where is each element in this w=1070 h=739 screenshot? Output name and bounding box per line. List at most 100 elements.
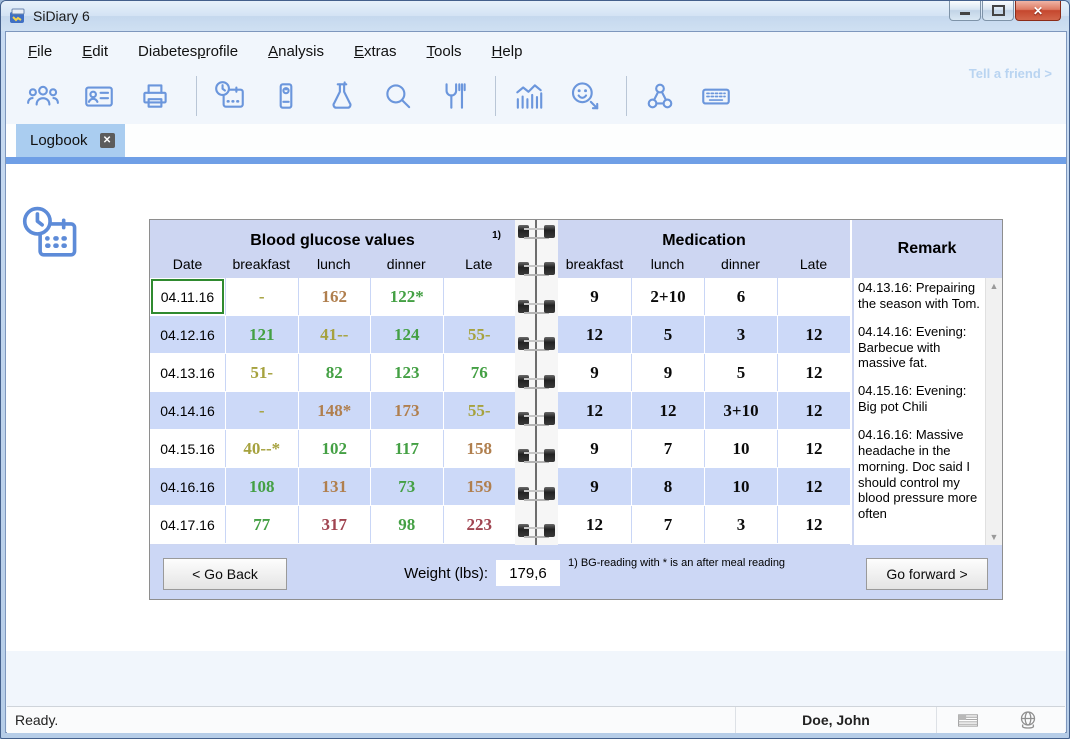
med-value-cell[interactable]: 12 bbox=[558, 316, 631, 353]
bg-value-cell[interactable]: 158 bbox=[443, 430, 516, 467]
med-value-cell[interactable]: 12 bbox=[777, 430, 850, 467]
bg-value-cell[interactable]: 82 bbox=[298, 354, 371, 391]
bg-value-cell[interactable]: - bbox=[225, 392, 298, 429]
bg-value-cell[interactable]: 159 bbox=[443, 468, 516, 505]
bg-value-cell[interactable]: 117 bbox=[370, 430, 443, 467]
go-forward-button[interactable]: Go forward > bbox=[866, 558, 988, 590]
maximize-button[interactable] bbox=[982, 1, 1014, 21]
med-value-cell[interactable]: 3+10 bbox=[704, 392, 777, 429]
bg-value-cell[interactable]: 102 bbox=[298, 430, 371, 467]
bg-value-cell[interactable]: 317 bbox=[298, 506, 371, 543]
tab-close-icon[interactable]: ✕ bbox=[100, 133, 115, 148]
med-value-cell[interactable]: 12 bbox=[631, 392, 704, 429]
remark-body[interactable]: 04.13.16: Prepairing the season with Tom… bbox=[854, 278, 1002, 545]
share-icon[interactable] bbox=[643, 79, 677, 113]
menu-edit[interactable]: Edit bbox=[82, 43, 108, 60]
med-value-cell[interactable]: 7 bbox=[631, 430, 704, 467]
med-value-cell[interactable]: 12 bbox=[777, 354, 850, 391]
menu-diabetesprofile[interactable]: Diabetesprofile bbox=[138, 43, 238, 60]
med-value-cell[interactable]: 10 bbox=[704, 468, 777, 505]
bg-value-cell[interactable]: 55- bbox=[443, 392, 516, 429]
go-back-button[interactable]: < Go Back bbox=[163, 558, 287, 590]
close-window-button[interactable]: ✕ bbox=[1015, 1, 1061, 21]
med-value-cell[interactable]: 2+10 bbox=[631, 278, 704, 315]
remark-scrollbar[interactable]: ▲ ▼ bbox=[985, 278, 1002, 545]
bg-value-cell[interactable]: 131 bbox=[298, 468, 371, 505]
bg-value-cell[interactable]: 121 bbox=[225, 316, 298, 353]
bg-date-cell[interactable]: 04.14.16 bbox=[150, 392, 225, 429]
bg-value-cell[interactable]: 108 bbox=[225, 468, 298, 505]
bg-date-cell[interactable]: 04.15.16 bbox=[150, 430, 225, 467]
id-card-icon[interactable] bbox=[82, 79, 116, 113]
printer-icon[interactable] bbox=[138, 79, 172, 113]
med-value-cell[interactable]: 10 bbox=[704, 430, 777, 467]
bg-date-cell[interactable]: 04.11.16 bbox=[150, 278, 225, 315]
med-value-cell[interactable]: 9 bbox=[558, 468, 631, 505]
bg-value-cell[interactable] bbox=[443, 278, 516, 315]
tell-a-friend-link[interactable]: Tell a friend > bbox=[969, 66, 1052, 81]
bg-date-cell[interactable]: 04.17.16 bbox=[150, 506, 225, 543]
med-value-cell[interactable]: 12 bbox=[777, 468, 850, 505]
statistics-icon[interactable] bbox=[512, 79, 546, 113]
remark-text[interactable]: 04.13.16: Prepairing the season with Tom… bbox=[858, 280, 984, 545]
bg-date-cell[interactable]: 04.16.16 bbox=[150, 468, 225, 505]
bg-date-cell[interactable]: 04.13.16 bbox=[150, 354, 225, 391]
bg-value-cell[interactable]: - bbox=[225, 278, 298, 315]
scroll-up-icon[interactable]: ▲ bbox=[986, 278, 1002, 294]
bg-value-cell[interactable]: 41-- bbox=[298, 316, 371, 353]
minimize-button[interactable] bbox=[949, 1, 981, 21]
med-value-cell[interactable]: 5 bbox=[704, 354, 777, 391]
bg-value-cell[interactable]: 173 bbox=[370, 392, 443, 429]
bg-value-cell[interactable]: 124 bbox=[370, 316, 443, 353]
bg-date-cell[interactable]: 04.12.16 bbox=[150, 316, 225, 353]
users-icon[interactable] bbox=[26, 79, 60, 113]
tab-logbook[interactable]: Logbook ✕ bbox=[16, 124, 125, 157]
nutrition-icon[interactable] bbox=[437, 79, 471, 113]
globe-icon[interactable] bbox=[1018, 710, 1038, 730]
med-value-cell[interactable]: 9 bbox=[558, 278, 631, 315]
menu-tools[interactable]: Tools bbox=[427, 43, 462, 60]
keyboard-icon[interactable] bbox=[699, 79, 733, 113]
bg-value-cell[interactable]: 148* bbox=[298, 392, 371, 429]
language-flag-icon[interactable] bbox=[957, 712, 979, 728]
med-value-cell[interactable]: 12 bbox=[777, 392, 850, 429]
title-bar[interactable]: SiDiary 6 ✕ bbox=[1, 1, 1069, 31]
med-value-cell[interactable]: 9 bbox=[558, 354, 631, 391]
flask-icon[interactable] bbox=[325, 79, 359, 113]
bg-value-cell[interactable]: 98 bbox=[370, 506, 443, 543]
med-value-cell[interactable]: 12 bbox=[777, 506, 850, 543]
bg-value-cell[interactable]: 76 bbox=[443, 354, 516, 391]
med-value-cell[interactable]: 3 bbox=[704, 316, 777, 353]
med-value-cell[interactable]: 3 bbox=[704, 506, 777, 543]
med-value-cell[interactable]: 12 bbox=[558, 392, 631, 429]
med-value-cell[interactable]: 9 bbox=[631, 354, 704, 391]
med-value-cell[interactable] bbox=[777, 278, 850, 315]
glucose-meter-icon[interactable] bbox=[269, 79, 303, 113]
med-value-cell[interactable]: 9 bbox=[558, 430, 631, 467]
med-value-cell[interactable]: 12 bbox=[558, 506, 631, 543]
menu-help[interactable]: Help bbox=[492, 43, 523, 60]
med-value-cell[interactable]: 8 bbox=[631, 468, 704, 505]
menu-analysis[interactable]: Analysis bbox=[268, 43, 324, 60]
bg-value-cell[interactable]: 40--* bbox=[225, 430, 298, 467]
med-value-cell[interactable]: 7 bbox=[631, 506, 704, 543]
calendar-clock-icon[interactable] bbox=[213, 79, 247, 113]
bg-value-cell[interactable]: 123 bbox=[370, 354, 443, 391]
bg-value-cell[interactable]: 73 bbox=[370, 468, 443, 505]
menu-file[interactable]: File bbox=[28, 43, 52, 60]
search-icon[interactable] bbox=[381, 79, 415, 113]
scroll-down-icon[interactable]: ▼ bbox=[986, 529, 1002, 545]
med-value-cell[interactable]: 12 bbox=[777, 316, 850, 353]
med-value-cell[interactable]: 5 bbox=[631, 316, 704, 353]
app-window: SiDiary 6 ✕ File Edit Diabetesprofile Analy… bbox=[0, 0, 1070, 739]
bg-value-cell[interactable]: 55- bbox=[443, 316, 516, 353]
bg-value-cell[interactable]: 51- bbox=[225, 354, 298, 391]
weight-input[interactable] bbox=[496, 560, 560, 586]
bg-value-cell[interactable]: 223 bbox=[443, 506, 516, 543]
bg-value-cell[interactable]: 122* bbox=[370, 278, 443, 315]
bg-value-cell[interactable]: 162 bbox=[298, 278, 371, 315]
bg-value-cell[interactable]: 77 bbox=[225, 506, 298, 543]
smiley-export-icon[interactable] bbox=[568, 79, 602, 113]
menu-extras[interactable]: Extras bbox=[354, 43, 397, 60]
med-value-cell[interactable]: 6 bbox=[704, 278, 777, 315]
